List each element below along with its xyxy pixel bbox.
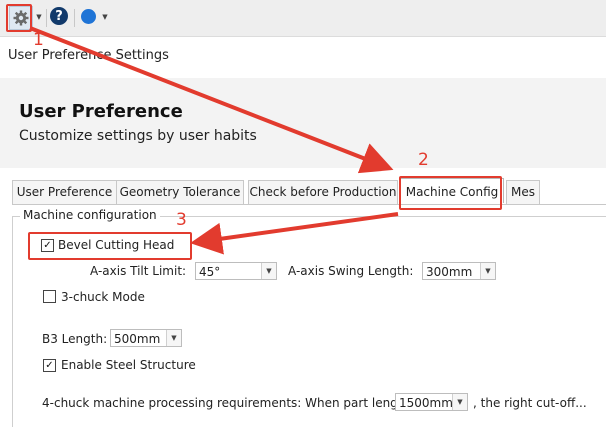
toolbar-separator [46,9,47,27]
help-button[interactable]: ? [50,7,68,25]
page-subtitle: Customize settings by user habits [19,128,257,144]
tab-panel-border [12,204,606,205]
chevron-down-icon: ▼ [166,330,181,346]
annotation-number-3: 3 [176,210,187,230]
chevron-down-icon: ▼ [102,13,108,21]
theme-button[interactable] [81,9,96,24]
a-axis-tilt-limit-select[interactable]: 45° ▼ [195,262,277,280]
four-chuck-length-select[interactable]: 1500mm ▼ [395,393,468,411]
a-axis-tilt-limit-value: 45° [199,265,221,279]
b3-length-label: B3 Length: [42,332,108,346]
settings-dropdown-button[interactable]: ▼ [34,10,44,24]
group-title: Machine configuration [20,208,160,222]
chevron-down-icon: ▼ [480,263,495,279]
chevron-down-icon: ▼ [36,13,42,21]
toolbar-separator [74,9,75,27]
header-band [0,78,606,168]
annotation-number-2: 2 [418,150,429,170]
highlight-box-machine-config [399,176,502,210]
page-title: User Preference [19,101,183,122]
chevron-down-icon: ▼ [261,263,276,279]
help-icon: ? [55,8,63,24]
b3-length-value: 500mm [114,332,161,346]
a-axis-swing-length-value: 300mm [426,265,473,279]
enable-steel-structure-label: Enable Steel Structure [61,358,196,372]
four-chuck-length-value: 1500mm [399,396,453,410]
highlight-box-bevel-cutting-head [28,232,192,260]
three-chuck-mode-checkbox[interactable] [43,290,56,303]
check-icon: ✓ [45,360,54,371]
b3-length-select[interactable]: 500mm ▼ [110,329,182,347]
chevron-down-icon: ▼ [452,394,467,410]
four-chuck-requirement-label: 4-chuck machine processing requirements:… [42,396,424,410]
enable-steel-structure-checkbox[interactable]: ✓ [43,359,56,372]
highlight-box-gear [6,4,32,32]
three-chuck-mode-label: 3-chuck Mode [61,290,145,304]
window-title: User Preference Settings [8,48,169,63]
tab-geometry-tolerance[interactable]: Geometry Tolerance [116,180,244,204]
a-axis-swing-length-select[interactable]: 300mm ▼ [422,262,496,280]
tab-check-before-production[interactable]: Check before Production [248,180,398,204]
tab-mes[interactable]: Mes [506,180,540,204]
a-axis-tilt-limit-label: A-axis Tilt Limit: [90,264,187,278]
theme-dropdown-button[interactable]: ▼ [100,10,110,24]
annotation-number-1: 1 [33,30,44,50]
four-chuck-requirement-suffix: , the right cut-off... [473,396,587,410]
a-axis-swing-length-label: A-axis Swing Length: [288,264,414,278]
tab-user-preference[interactable]: User Preference [12,180,117,204]
toolbar: ▼ ? ▼ [0,0,606,37]
